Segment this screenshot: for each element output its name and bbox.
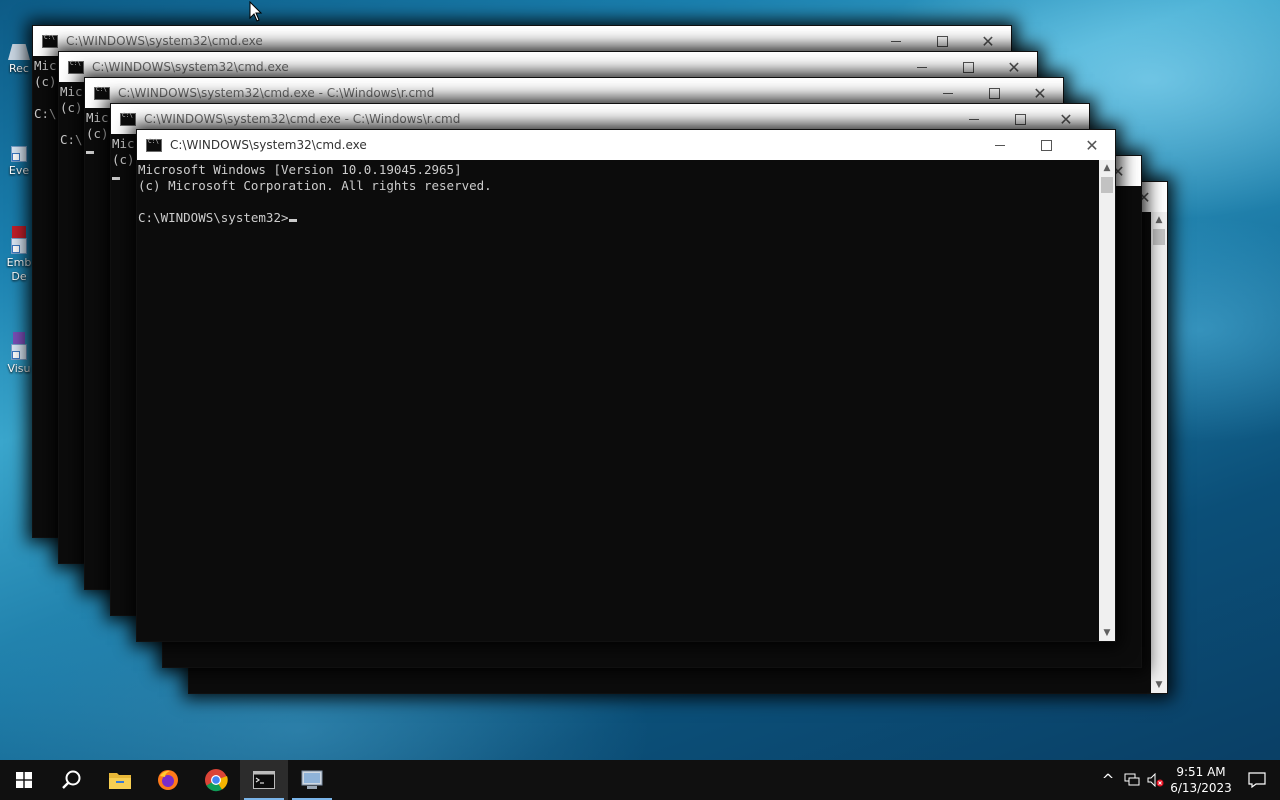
action-center-button[interactable]: [1234, 760, 1280, 800]
cmd-window-active[interactable]: C:\WINDOWS\system32\cmd.exe ✕ Microsoft …: [137, 130, 1115, 641]
console-line-copyright: (c) Microsoft Corporation. All rights re…: [138, 178, 492, 193]
firefox-icon: [158, 770, 178, 790]
window-title: C:\WINDOWS\system32\cmd.exe: [66, 34, 263, 48]
scroll-up-arrow-icon[interactable]: ▲: [1099, 160, 1115, 176]
vertical-scrollbar[interactable]: ▲ ▼: [1099, 160, 1115, 641]
scroll-thumb[interactable]: [1153, 229, 1165, 245]
notification-icon: [1248, 772, 1266, 788]
desktop-icon-embarcadero[interactable]: Emb De: [2, 226, 36, 284]
cmd-icon: [42, 34, 58, 48]
chevron-up-icon: ^: [1101, 771, 1115, 789]
shortcut-icon: [11, 344, 27, 360]
shortcut-icon: [11, 146, 27, 162]
mouse-pointer-icon: [249, 1, 263, 22]
close-icon: ✕: [1033, 83, 1047, 103]
desktop-icon-event-viewer[interactable]: Eve: [2, 146, 36, 177]
chrome-icon: [205, 769, 228, 792]
console-line-version: Microsoft Windows [Version 10.0.19045.29…: [138, 162, 462, 177]
windows-logo-icon: [16, 772, 32, 788]
vertical-scrollbar[interactable]: ▲ ▼: [1151, 212, 1167, 693]
maximize-button[interactable]: [1023, 130, 1069, 160]
window-title: C:\WINDOWS\system32\cmd.exe - C:\Windows…: [144, 112, 461, 126]
recycle-bin-icon: [8, 44, 30, 60]
cmd-icon: [120, 112, 136, 126]
close-button[interactable]: ✕: [1069, 130, 1115, 160]
window-title: C:\WINDOWS\system32\cmd.exe - C:\Windows…: [118, 86, 435, 100]
command-prompt-icon: [253, 771, 275, 789]
text-cursor: [112, 177, 120, 180]
minimize-button[interactable]: [977, 130, 1023, 160]
desktop-icon-recycle-bin[interactable]: Rec: [2, 44, 36, 75]
volume-button[interactable]: [1144, 760, 1168, 800]
folder-icon: [109, 773, 131, 789]
desktop-icon-label: Visu: [7, 362, 31, 375]
scroll-down-arrow-icon[interactable]: ▼: [1151, 677, 1167, 693]
text-cursor: [86, 151, 94, 154]
network-button[interactable]: [1120, 760, 1144, 800]
network-icon: [1124, 773, 1140, 786]
scroll-up-arrow-icon[interactable]: ▲: [1151, 212, 1167, 228]
text-cursor: [288, 219, 297, 222]
system-tray: ^ 9:51 AM 6/13/2023: [1096, 760, 1280, 800]
volume-muted-icon: [1147, 773, 1164, 787]
show-hidden-icons-button[interactable]: ^: [1096, 760, 1120, 800]
desktop-icon-label: Eve: [8, 164, 30, 177]
close-icon: ✕: [1059, 109, 1073, 129]
taskbar: ^ 9:51 AM 6/13/2023: [0, 760, 1280, 800]
console-output[interactable]: Microsoft Windows [Version 10.0.19045.29…: [137, 160, 1099, 641]
taskbar-chrome[interactable]: [192, 760, 240, 800]
desktop-icon-label: Emb De: [6, 256, 32, 283]
cmd-icon: [146, 138, 162, 152]
console-prompt: C:\WINDOWS\system32>: [138, 210, 289, 225]
clock-date: 6/13/2023: [1170, 781, 1232, 795]
scroll-thumb[interactable]: [1101, 177, 1113, 193]
taskbar-command-prompt[interactable]: [240, 760, 288, 800]
visual-studio-logo-icon: [13, 332, 25, 344]
console-prompt-line[interactable]: C:\WINDOWS\system32>: [138, 210, 1099, 226]
start-button[interactable]: [0, 760, 48, 800]
titlebar[interactable]: C:\WINDOWS\system32\cmd.exe ✕: [137, 130, 1115, 160]
shortcut-icon: [11, 238, 27, 254]
search-icon: [62, 770, 81, 789]
taskbar-control-panel[interactable]: [288, 760, 336, 800]
scroll-down-arrow-icon[interactable]: ▼: [1099, 625, 1115, 641]
close-icon: ✕: [981, 31, 995, 51]
control-panel-icon: [301, 770, 323, 789]
search-button[interactable]: [48, 760, 96, 800]
taskbar-clock[interactable]: 9:51 AM 6/13/2023: [1168, 764, 1234, 796]
close-icon: ✕: [1007, 57, 1021, 77]
window-title: C:\WINDOWS\system32\cmd.exe: [170, 138, 367, 152]
clock-time: 9:51 AM: [1176, 765, 1226, 779]
taskbar-firefox[interactable]: [144, 760, 192, 800]
cmd-icon: [68, 60, 84, 74]
desktop-icon-visual-studio[interactable]: Visu: [2, 332, 36, 375]
close-icon: ✕: [1085, 135, 1099, 155]
taskbar-file-explorer[interactable]: [96, 760, 144, 800]
cmd-icon: [94, 86, 110, 100]
window-title: C:\WINDOWS\system32\cmd.exe: [92, 60, 289, 74]
desktop-icon-label: Rec: [9, 62, 29, 75]
